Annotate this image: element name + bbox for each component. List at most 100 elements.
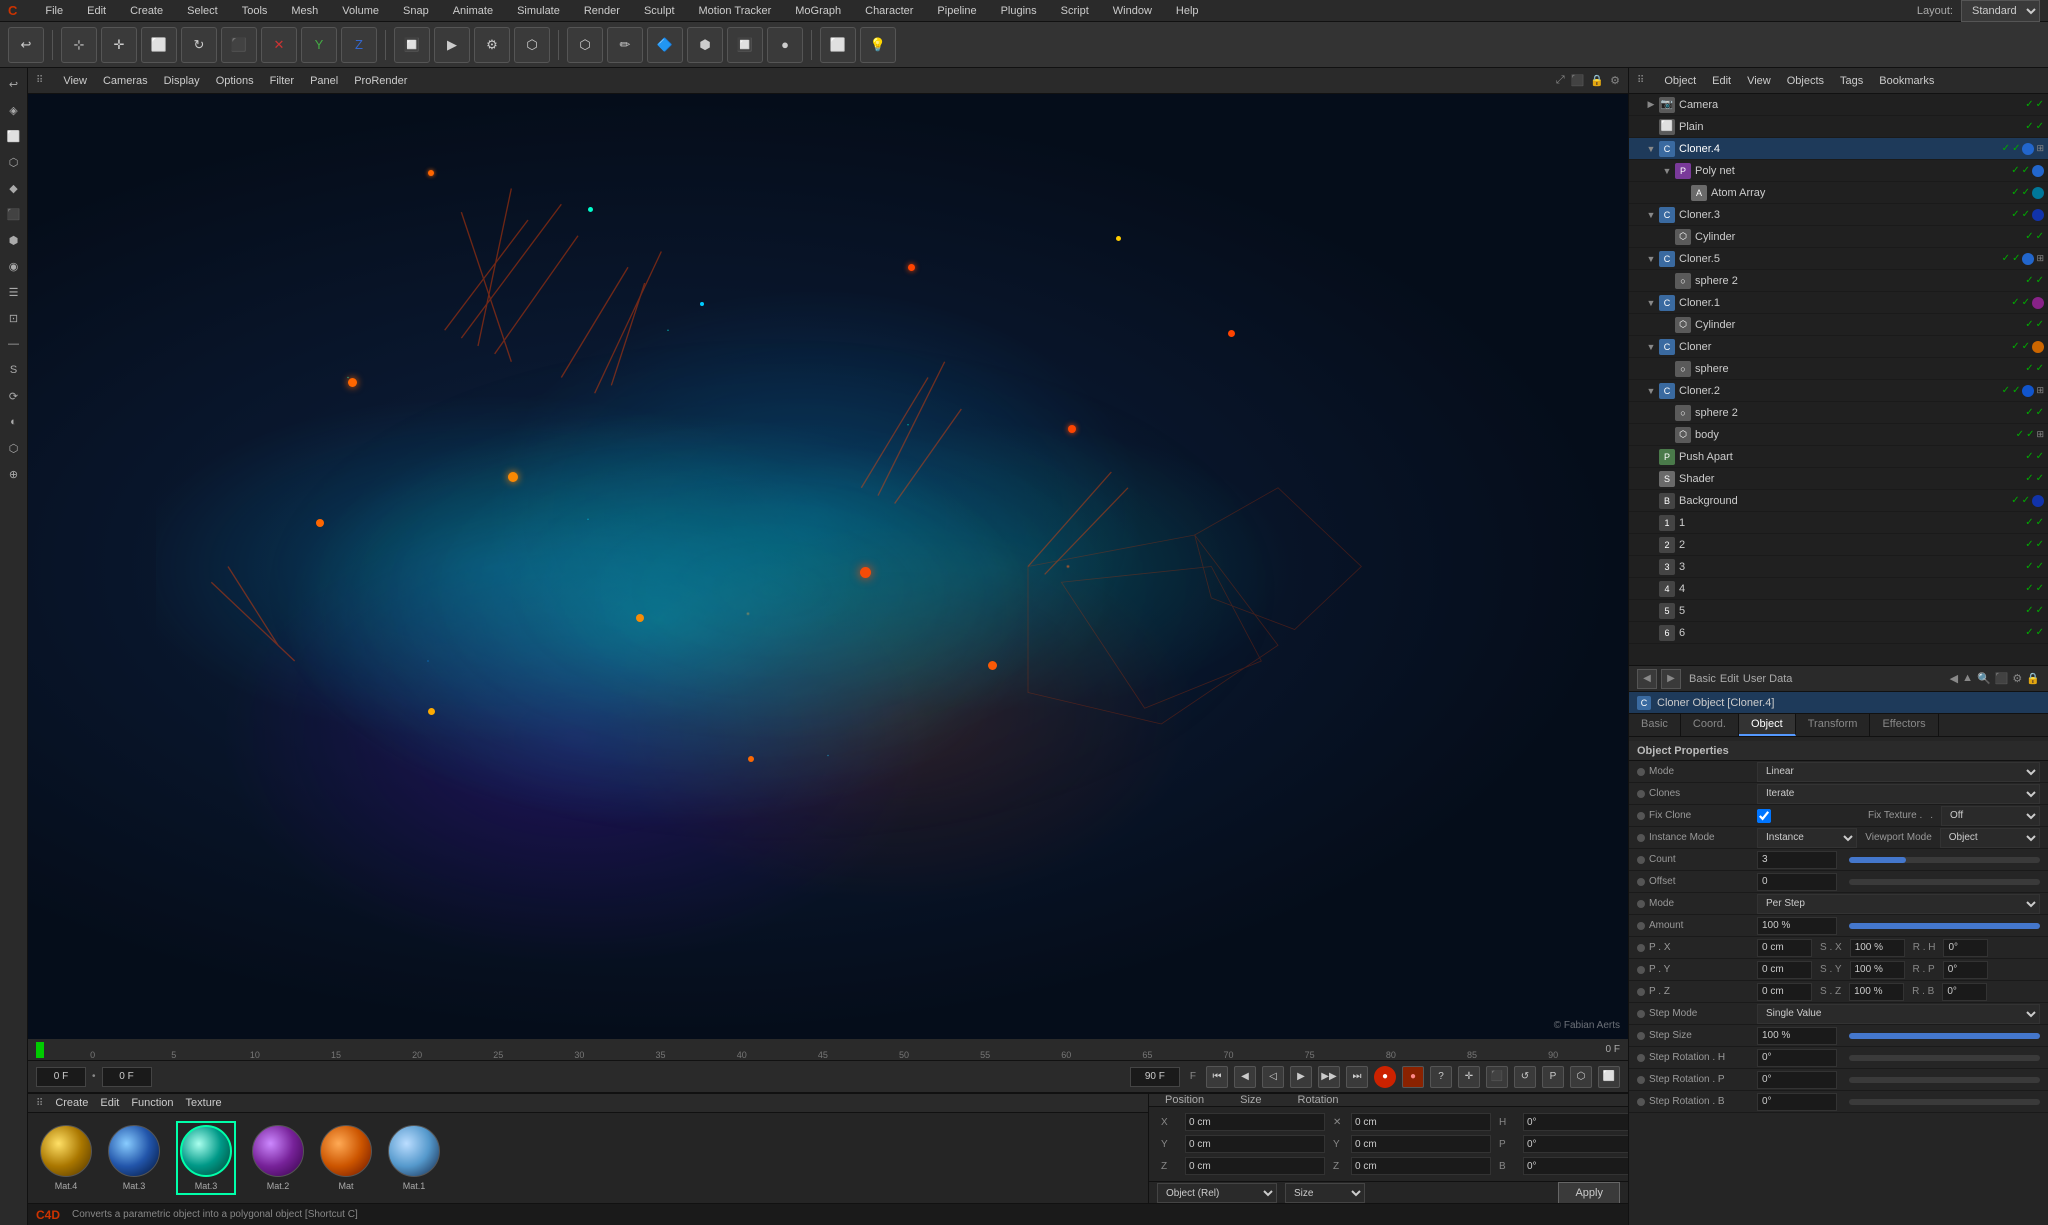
menu-help[interactable]: Help bbox=[1172, 3, 1203, 19]
pos-y-input[interactable] bbox=[1185, 1135, 1325, 1153]
coord-system-select[interactable]: Object (Rel) bbox=[1157, 1183, 1277, 1203]
tree-row-sphere2b[interactable]: ▶ ○ sphere 2 ✓ ✓ bbox=[1629, 402, 2048, 424]
menu-window[interactable]: Window bbox=[1109, 3, 1156, 19]
tree-row-cylinder2[interactable]: ▶ ⬡ Cylinder ✓ ✓ bbox=[1629, 314, 2048, 336]
move-tool-btn[interactable]: ✛ bbox=[101, 27, 137, 63]
obj-menu-bookmarks[interactable]: Bookmarks bbox=[1879, 75, 1934, 87]
tab-object[interactable]: Object bbox=[1739, 714, 1796, 736]
tree-row-cloner3[interactable]: ▼ C Cloner.3 ✓ ✓ bbox=[1629, 204, 2048, 226]
undo-btn[interactable]: ↩ bbox=[8, 27, 44, 63]
edges-mode-btn[interactable]: ✏ bbox=[607, 27, 643, 63]
mat-menu-function[interactable]: Function bbox=[131, 1097, 173, 1109]
left-tool-12[interactable]: ⟳ bbox=[2, 384, 26, 408]
tree-row-pushapart[interactable]: ▶ P Push Apart ✓ ✓ bbox=[1629, 446, 2048, 468]
left-tool-3[interactable]: ⬡ bbox=[2, 150, 26, 174]
tree-row-n5[interactable]: ▶ 5 5 ✓ ✓ bbox=[1629, 600, 2048, 622]
light-btn[interactable]: 💡 bbox=[860, 27, 896, 63]
view-menu-display[interactable]: Display bbox=[164, 75, 200, 87]
frame-start-input[interactable] bbox=[36, 1067, 86, 1087]
rot-p-input[interactable] bbox=[1523, 1135, 1628, 1153]
tree-row-cloner5[interactable]: ▼ C Cloner.5 ✓ ✓ ⊞ bbox=[1629, 248, 2048, 270]
tab-transform[interactable]: Transform bbox=[1796, 714, 1871, 736]
sy-input[interactable] bbox=[1850, 961, 1905, 979]
current-frame-input[interactable] bbox=[102, 1067, 152, 1087]
left-tool-4[interactable]: ◆ bbox=[2, 176, 26, 200]
rb-input[interactable] bbox=[1942, 983, 1987, 1001]
mode2-select[interactable]: Per Step bbox=[1757, 894, 2040, 914]
tree-row-body[interactable]: ▶ ⬡ body ✓ ✓ ⊞ bbox=[1629, 424, 2048, 446]
tree-row-camera[interactable]: ▶ 📷 Camera ✓ ✓ bbox=[1629, 94, 2048, 116]
left-tool-8[interactable]: ☰ bbox=[2, 280, 26, 304]
coord-size-select[interactable]: Size bbox=[1285, 1183, 1365, 1203]
view-menu-panel[interactable]: Panel bbox=[310, 75, 338, 87]
left-tool-5[interactable]: ⬛ bbox=[2, 202, 26, 226]
count-input[interactable] bbox=[1757, 851, 1837, 869]
rotate-tool-btn[interactable]: ↻ bbox=[181, 27, 217, 63]
tree-row-n4[interactable]: ▶ 4 4 ✓ ✓ bbox=[1629, 578, 2048, 600]
view-menu-cameras[interactable]: Cameras bbox=[103, 75, 148, 87]
poly-mode-btn[interactable]: 🔷 bbox=[647, 27, 683, 63]
mode-select[interactable]: Linear bbox=[1757, 762, 2040, 782]
menu-select[interactable]: Select bbox=[183, 3, 222, 19]
left-tool-2[interactable]: ⬜ bbox=[2, 124, 26, 148]
obj-menu-tags[interactable]: Tags bbox=[1840, 75, 1863, 87]
y-axis-btn[interactable]: Y bbox=[301, 27, 337, 63]
menu-sculpt[interactable]: Sculpt bbox=[640, 3, 679, 19]
material-item-3[interactable]: Mat.2 bbox=[252, 1125, 304, 1191]
paint-btn[interactable]: ● bbox=[767, 27, 803, 63]
material-item-5[interactable]: Mat.1 bbox=[388, 1125, 440, 1191]
fixclone-checkbox[interactable] bbox=[1757, 809, 1771, 823]
select-tool-btn[interactable]: ⊹ bbox=[61, 27, 97, 63]
tree-row-cloner1[interactable]: ▼ C Cloner.1 ✓ ✓ bbox=[1629, 292, 2048, 314]
mat-menu-texture[interactable]: Texture bbox=[186, 1097, 222, 1109]
size-x-input[interactable] bbox=[1351, 1113, 1491, 1131]
timeline-next-frame[interactable]: ▶▶ bbox=[1318, 1066, 1340, 1088]
tree-row-cloner[interactable]: ▼ C Cloner ✓ ✓ bbox=[1629, 336, 2048, 358]
attr-forward-btn[interactable]: ▶ bbox=[1661, 669, 1681, 689]
material-item-0[interactable]: Mat.4 bbox=[40, 1125, 92, 1191]
clones-select[interactable]: Iterate bbox=[1757, 784, 2040, 804]
left-tool-0[interactable]: ↩ bbox=[2, 72, 26, 96]
apply-button[interactable]: Apply bbox=[1558, 1182, 1620, 1204]
view-menu-prorender[interactable]: ProRender bbox=[354, 75, 407, 87]
tree-row-n6[interactable]: ▶ 6 6 ✓ ✓ bbox=[1629, 622, 2048, 644]
x-axis-btn[interactable]: ✕ bbox=[261, 27, 297, 63]
left-tool-7[interactable]: ◉ bbox=[2, 254, 26, 278]
stepmode-select[interactable]: Single Value bbox=[1757, 1004, 2040, 1024]
timeline-goto-end[interactable]: ⏭ bbox=[1346, 1066, 1368, 1088]
tab-basic[interactable]: Basic bbox=[1629, 714, 1681, 736]
left-tool-1[interactable]: ◈ bbox=[2, 98, 26, 122]
menu-pipeline[interactable]: Pipeline bbox=[933, 3, 980, 19]
menu-animate[interactable]: Animate bbox=[449, 3, 497, 19]
z-axis-btn[interactable]: Z bbox=[341, 27, 377, 63]
viewportmode-select[interactable]: Object bbox=[1940, 828, 2040, 848]
points-mode-btn[interactable]: ⬡ bbox=[567, 27, 603, 63]
menu-plugins[interactable]: Plugins bbox=[997, 3, 1041, 19]
timeline-goto-start[interactable]: ⏮ bbox=[1206, 1066, 1228, 1088]
menu-script[interactable]: Script bbox=[1057, 3, 1093, 19]
tree-row-n1[interactable]: ▶ 1 1 ✓ ✓ bbox=[1629, 512, 2048, 534]
fixtexture-select[interactable]: Off bbox=[1941, 806, 2040, 826]
stepsize-input[interactable] bbox=[1757, 1027, 1837, 1045]
view-menu-filter[interactable]: Filter bbox=[270, 75, 294, 87]
left-tool-14[interactable]: ⬡ bbox=[2, 436, 26, 460]
rot-h-input[interactable] bbox=[1523, 1113, 1628, 1131]
viewport-canvas[interactable]: © Fabian Aerts bbox=[28, 94, 1628, 1039]
render-active-btn[interactable]: 🔲 bbox=[394, 27, 430, 63]
py-input[interactable] bbox=[1757, 961, 1812, 979]
size-z-input[interactable] bbox=[1351, 1157, 1491, 1175]
timeline-prev-frame[interactable]: ◀ bbox=[1234, 1066, 1256, 1088]
timeline-dope[interactable]: ⬡ bbox=[1570, 1066, 1592, 1088]
attr-back-btn[interactable]: ◀ bbox=[1637, 669, 1657, 689]
rh-input[interactable] bbox=[1943, 939, 1988, 957]
left-tool-13[interactable]: ◐ bbox=[2, 410, 26, 434]
tree-row-shader[interactable]: ▶ S Shader ✓ ✓ bbox=[1629, 468, 2048, 490]
anim-key-btn[interactable]: ⬡ bbox=[514, 27, 550, 63]
pos-z-input[interactable] bbox=[1185, 1157, 1325, 1175]
timeline-key-props[interactable]: ⬛ bbox=[1486, 1066, 1508, 1088]
left-tool-10[interactable]: — bbox=[2, 332, 26, 356]
layout-select[interactable]: Standard bbox=[1961, 0, 2040, 22]
menu-render[interactable]: Render bbox=[580, 3, 624, 19]
tree-row-background[interactable]: ▶ B Background ✓ ✓ bbox=[1629, 490, 2048, 512]
tree-row-n3[interactable]: ▶ 3 3 ✓ ✓ bbox=[1629, 556, 2048, 578]
